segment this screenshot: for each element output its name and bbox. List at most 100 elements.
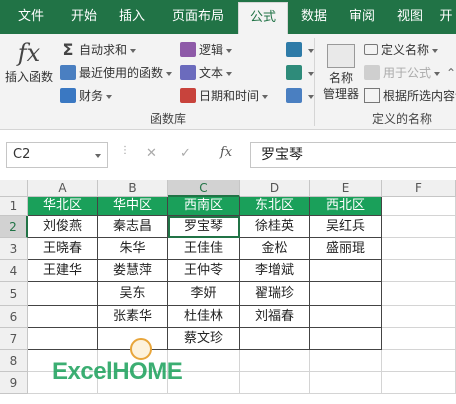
empty-cell[interactable] [382,238,456,260]
data-cell[interactable]: 王晓春 [28,238,98,260]
header-cell[interactable]: 西南区 [168,197,240,216]
row-header[interactable]: 2 [0,216,28,238]
financial-button[interactable]: 财务 [60,86,113,106]
tab-file[interactable]: 文件 [6,0,56,34]
text-button[interactable]: 文本 [180,63,233,83]
data-cell[interactable]: 张素华 [98,306,168,328]
column-header[interactable]: D [240,180,310,197]
row-header[interactable]: 1 [0,197,28,216]
formula-bar: C2 ⋮ ✕ ✓ fx 罗宝琴 [0,136,456,174]
empty-cell[interactable] [240,350,310,372]
empty-cell[interactable] [382,260,456,282]
data-cell[interactable]: 盛丽琨 [310,238,382,260]
empty-cell[interactable] [382,350,456,372]
empty-cell[interactable] [382,282,456,306]
row-header[interactable]: 9 [0,372,28,394]
header-cell[interactable]: 东北区 [240,197,310,216]
column-header[interactable]: E [310,180,382,197]
data-cell[interactable]: 蔡文珍 [168,328,240,350]
autosum-button[interactable]: Σ 自动求和 [60,40,137,60]
data-cell[interactable]: 李增斌 [240,260,310,282]
tab-developer[interactable]: 开 [436,0,456,34]
data-cell[interactable]: 徐桂英 [240,216,310,238]
excelhome-logo: ExcelHOME [52,338,202,388]
row-header[interactable]: 6 [0,306,28,328]
tab-review[interactable]: 审阅 [340,0,384,34]
empty-cell[interactable] [240,372,310,394]
row-header[interactable]: 4 [0,260,28,282]
tab-formulas[interactable]: 公式 [238,2,288,34]
select-all-corner[interactable] [0,180,28,197]
empty-cell[interactable] [310,350,382,372]
data-cell[interactable]: 刘俊燕 [28,216,98,238]
formula-input[interactable]: 罗宝琴 [250,142,456,168]
empty-cell[interactable] [382,197,456,216]
more-functions-button[interactable] [286,86,314,106]
data-cell[interactable]: 吴红兵 [310,216,382,238]
data-cell[interactable]: 金松 [240,238,310,260]
data-cell[interactable]: 刘福春 [240,306,310,328]
math-trig-button[interactable] [286,63,314,83]
column-header[interactable]: A [28,180,98,197]
data-cell[interactable] [28,306,98,328]
empty-cell[interactable] [310,372,382,394]
data-cell[interactable]: 王建华 [28,260,98,282]
data-cell[interactable] [28,328,98,350]
cancel-icon[interactable]: ✕ [146,146,157,161]
row-header[interactable]: 5 [0,282,28,306]
column-header[interactable]: F [382,180,456,197]
tab-home[interactable]: 开始 [62,0,106,34]
data-cell[interactable]: 王仲苓 [168,260,240,282]
row-header[interactable]: 8 [0,350,28,372]
data-cell[interactable]: 杜佳林 [168,306,240,328]
data-cell[interactable]: 翟瑞珍 [240,282,310,306]
data-cell[interactable]: 李妍 [168,282,240,306]
column-header[interactable]: B [98,180,168,197]
tab-data[interactable]: 数据 [292,0,336,34]
header-cell[interactable]: 华北区 [28,197,98,216]
name-manager-icon [327,44,355,68]
define-name-button[interactable]: 定义名称 [364,40,439,60]
sigma-icon: Σ [62,40,74,59]
grid-icon [364,88,380,103]
data-cell[interactable] [310,328,382,350]
datetime-button[interactable]: 日期和时间 [180,86,269,106]
function-library-label: 函数库 [150,112,187,126]
empty-cell[interactable] [382,306,456,328]
recent-functions-button[interactable]: 最近使用的函数 [60,63,173,83]
data-cell[interactable] [310,260,382,282]
header-cell[interactable]: 华中区 [98,197,168,216]
data-cell[interactable] [310,306,382,328]
data-cell[interactable] [240,328,310,350]
empty-cell[interactable] [382,372,456,394]
row-header[interactable]: 7 [0,328,28,350]
empty-cell[interactable] [382,216,456,238]
data-cell[interactable]: 吴东 [98,282,168,306]
collapse-ribbon-icon[interactable]: ⌃ [446,66,456,80]
use-in-formula-button[interactable]: 用于公式 [364,63,441,83]
enter-icon[interactable]: ✓ [180,146,191,161]
header-cell[interactable]: 西北区 [310,197,382,216]
data-cell[interactable]: 王佳佳 [168,238,240,260]
data-cell[interactable]: 娄慧萍 [98,260,168,282]
tab-insert[interactable]: 插入 [110,0,154,34]
chevron-down-icon [226,71,233,76]
name-box[interactable]: C2 [6,142,108,168]
name-manager-button[interactable]: 名称 管理器 [318,40,364,106]
create-from-selection-button[interactable]: 根据所选内容创 [364,86,456,106]
column-header[interactable]: C [168,180,240,197]
lookup-button[interactable] [286,40,314,60]
logical-button[interactable]: 逻辑 [180,40,233,60]
tab-page-layout[interactable]: 页面布局 [160,0,236,34]
data-cell[interactable]: 朱华 [98,238,168,260]
insert-function-icon[interactable]: fx [220,145,232,160]
empty-cell[interactable] [382,328,456,350]
row-header[interactable]: 3 [0,238,28,260]
data-cell[interactable]: 秦志昌 [98,216,168,238]
insert-function-button[interactable]: fx 插入函数 [2,38,56,96]
tab-view[interactable]: 视图 [388,0,432,34]
data-cell[interactable] [28,282,98,306]
data-cell[interactable]: 罗宝琴 [168,216,240,238]
tag-icon [364,44,378,55]
data-cell[interactable] [310,282,382,306]
